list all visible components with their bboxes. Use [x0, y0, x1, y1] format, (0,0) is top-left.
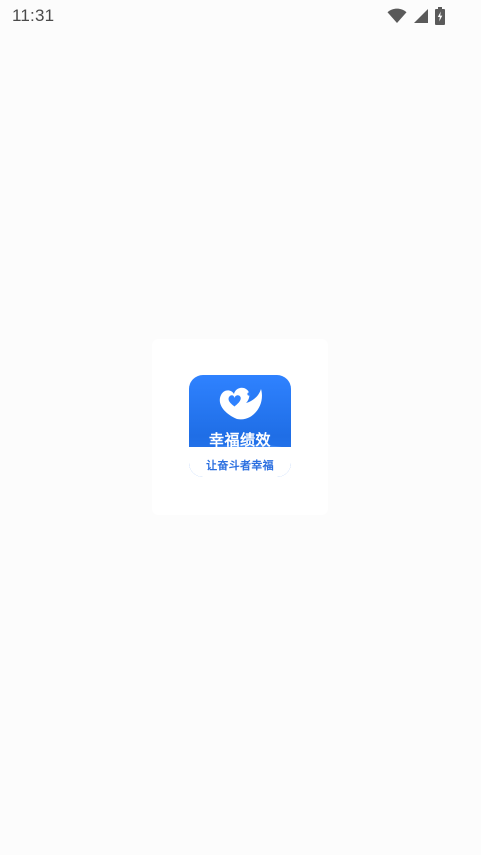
battery-charging-icon	[435, 7, 445, 25]
wifi-icon	[387, 8, 407, 24]
bird-heart-icon	[219, 387, 262, 420]
app-logo: 幸福绩效 让奋斗者幸福	[189, 375, 291, 477]
app-name: 幸福绩效	[208, 431, 271, 449]
app-slogan: 让奋斗者幸福	[206, 459, 274, 472]
status-bar: 11:31	[0, 0, 481, 34]
status-icons	[387, 7, 445, 25]
splash-logo-card: 幸福绩效 让奋斗者幸福	[152, 339, 328, 515]
cellular-signal-icon	[413, 8, 429, 24]
status-time: 11:31	[12, 6, 55, 25]
